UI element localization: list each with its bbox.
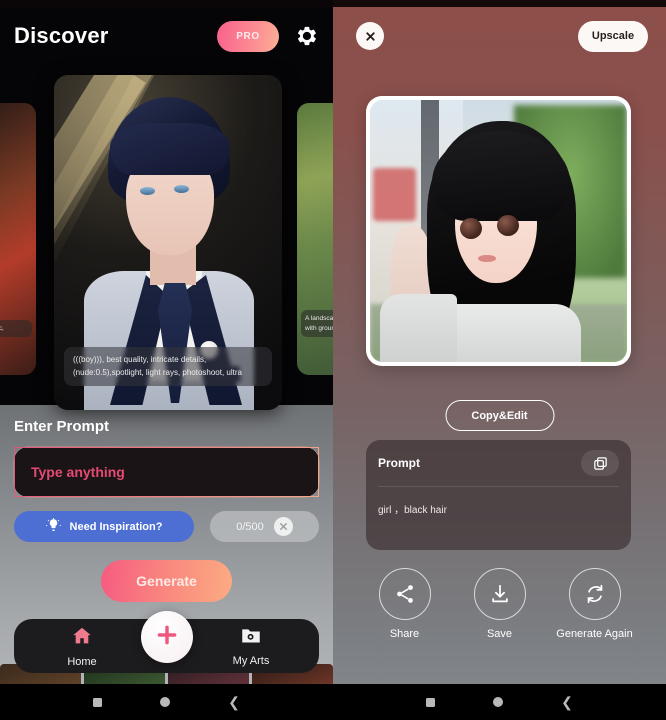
result-header: Upscale [333, 7, 666, 65]
copy-edit-button-label: Copy&Edit [471, 409, 528, 422]
carousel-card-next[interactable]: A landscape with ground [297, 103, 333, 375]
home-icon [70, 625, 94, 652]
illustration-eye-left [459, 217, 482, 239]
chevron-left-icon[interactable]: ❮ [228, 695, 240, 709]
save-button[interactable]: Save [461, 568, 539, 642]
nav-item-home[interactable]: Home [32, 625, 132, 668]
nav-item-home-label: Home [67, 655, 97, 668]
carousel-card-previous-caption: rl, ic, [0, 319, 32, 337]
nav-item-my-arts-label: My Arts [232, 655, 270, 667]
prompt-section-title: Enter Prompt [14, 418, 110, 435]
discover-carousel[interactable]: rl, ic, A landscape with ground [0, 75, 333, 410]
illustration-eye-right [174, 185, 189, 193]
prompt-input-placeholder: Type anything [31, 464, 125, 480]
close-icon[interactable] [356, 22, 384, 50]
need-inspiration-button[interactable]: Need Inspiration? [14, 511, 194, 542]
generate-button[interactable]: Generate [101, 560, 232, 602]
android-navigation-bar-right: ❮ [333, 684, 666, 720]
copy-edit-button[interactable]: Copy&Edit [445, 400, 554, 431]
download-icon [473, 568, 526, 620]
result-prompt-text: girl ，black hair [378, 505, 447, 516]
gear-icon[interactable] [295, 24, 319, 48]
nav-item-my-arts[interactable]: My Arts [201, 625, 301, 667]
character-counter-label: 0/500 [236, 520, 264, 533]
upscale-button-label: Upscale [591, 30, 635, 42]
copy-icon[interactable] [581, 450, 619, 476]
folder-image-icon [239, 625, 263, 651]
carousel-card-next-caption: A landscape with ground [301, 310, 333, 337]
need-inspiration-label: Need Inspiration? [69, 520, 163, 533]
circle-icon[interactable] [160, 697, 171, 707]
chevron-left-icon[interactable]: ❮ [561, 695, 573, 709]
generate-button-label: Generate [136, 573, 197, 589]
page-title: Discover [14, 23, 109, 48]
square-icon[interactable] [426, 697, 436, 707]
pro-badge-label: PRO [236, 30, 260, 42]
carousel-card-caption: (((boy))), best quality, intricate detai… [64, 347, 272, 386]
pro-badge[interactable]: PRO [217, 20, 279, 52]
result-image-card[interactable] [366, 96, 631, 366]
discover-header: Discover PRO [0, 7, 333, 65]
result-actions: Share Save Generate Again [333, 568, 666, 642]
share-button-label: Share [389, 628, 420, 640]
status-bar-left [0, 0, 333, 7]
create-button[interactable] [140, 611, 193, 663]
status-bar-right [333, 0, 666, 7]
android-navigation-bar-left: ❮ [0, 684, 333, 720]
prompt-section: Enter Prompt Type anything Need Inspirat… [0, 418, 333, 602]
save-button-label: Save [486, 628, 513, 640]
refresh-icon [568, 568, 621, 620]
carousel-card-current[interactable]: (((boy))), best quality, intricate detai… [54, 75, 282, 410]
generate-again-button[interactable]: Generate Again [556, 568, 634, 642]
generate-row: Generate [0, 560, 333, 602]
upscale-button[interactable]: Upscale [578, 20, 648, 52]
result-prompt-header: Prompt [366, 440, 631, 486]
prompt-controls-row: Need Inspiration? 0/500 [14, 511, 319, 542]
circle-icon[interactable] [493, 697, 504, 707]
carousel-card-previous[interactable]: rl, ic, [0, 103, 36, 375]
share-icon [378, 568, 431, 620]
image-background-sign [372, 168, 417, 221]
plus-icon [154, 622, 180, 653]
illustration-eye-left [140, 187, 155, 195]
result-image [370, 100, 627, 362]
dual-panel-screenshot: Discover PRO rl, ic, A landscape with gr… [0, 0, 666, 720]
lightbulb-icon [45, 517, 61, 536]
share-button[interactable]: Share [366, 568, 444, 642]
prompt-input[interactable]: Type anything [14, 447, 319, 497]
illustration-fringe [110, 123, 230, 175]
square-icon[interactable] [93, 697, 103, 707]
generate-again-button-label: Generate Again [556, 628, 633, 640]
result-screen: Upscale Copy&Edit Prompt girl ，black hai… [333, 0, 666, 720]
close-circle-icon[interactable] [273, 517, 293, 536]
illustration-sleeve [380, 293, 458, 362]
result-prompt-card: Prompt girl ，black hair [366, 440, 631, 550]
character-counter: 0/500 [210, 511, 319, 542]
discover-screen: Discover PRO rl, ic, A landscape with gr… [0, 0, 333, 720]
result-prompt-title: Prompt [378, 456, 420, 470]
